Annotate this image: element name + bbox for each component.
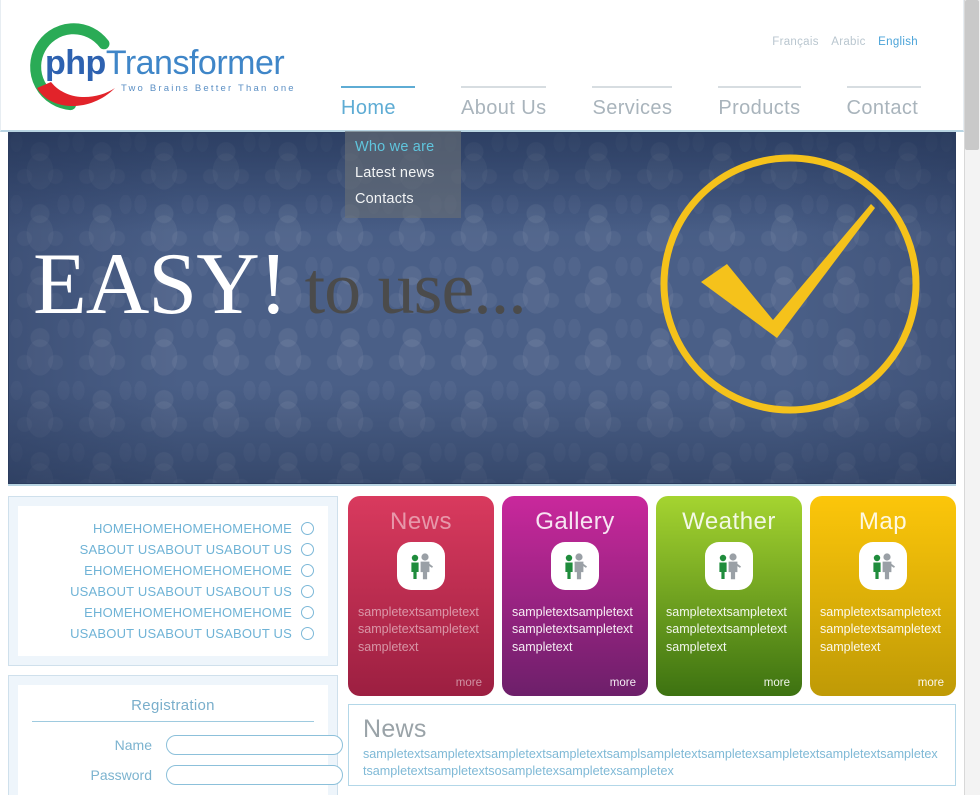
dropdown-item-who-we-are[interactable]: Who we are bbox=[345, 134, 461, 160]
circle-bullet-icon bbox=[301, 543, 314, 556]
people-icon bbox=[397, 542, 445, 590]
registration-row-password: Password bbox=[32, 765, 343, 785]
news-heading: News bbox=[363, 715, 427, 743]
registration-title: Registration bbox=[32, 697, 314, 722]
card-text: sampletextsampletextsampletextsampletext… bbox=[820, 605, 941, 654]
nav-item-home[interactable]: Home bbox=[341, 86, 415, 120]
nav-item-contact[interactable]: Contact bbox=[846, 86, 921, 120]
logo-wordmark: phpTransformer bbox=[45, 44, 285, 83]
card-text: sampletextsampletextsampletextsampletext… bbox=[666, 605, 787, 654]
list-item[interactable]: EHOMEHOMEHOMEHOMEHOME bbox=[32, 560, 314, 581]
site-header: phpTransformer Two Brains Better Than on… bbox=[0, 0, 964, 132]
dropdown-item-latest-news[interactable]: Latest news bbox=[345, 160, 461, 186]
card-weather[interactable]: Weather sampletextsampletextsampletextsa… bbox=[656, 496, 802, 696]
list-item[interactable]: SABOUT USABOUT USABOUT US bbox=[32, 539, 314, 560]
password-field[interactable] bbox=[166, 765, 343, 785]
people-glyph-icon bbox=[565, 553, 587, 580]
list-item[interactable]: USABOUT USABOUT USABOUT US bbox=[32, 623, 314, 644]
card-title: Gallery bbox=[535, 508, 615, 535]
card-more-link[interactable]: more bbox=[456, 677, 482, 689]
sidebar-links-panel: HOMEHOMEHOMEHOMEHOME SABOUT USABOUT USAB… bbox=[8, 496, 338, 666]
check-circle-icon bbox=[660, 154, 920, 414]
scrollbar-thumb[interactable] bbox=[965, 0, 979, 150]
circle-bullet-icon bbox=[301, 564, 314, 577]
page-root: phpTransformer Two Brains Better Than on… bbox=[0, 0, 980, 795]
language-selector: Français Arabic English bbox=[763, 36, 918, 48]
sidebar-column: HOMEHOMEHOMEHOMEHOME SABOUT USABOUT USAB… bbox=[8, 496, 343, 795]
circle-bullet-icon bbox=[301, 627, 314, 640]
hero-banner: EASY! to use... bbox=[8, 132, 956, 484]
registration-row-name: Name bbox=[32, 735, 343, 755]
feature-cards: News sampletextsampletextsampletextsampl… bbox=[348, 496, 956, 696]
circle-bullet-icon bbox=[301, 606, 314, 619]
list-item[interactable]: USABOUT USABOUT USABOUT US bbox=[32, 581, 314, 602]
site-wrapper: phpTransformer Two Brains Better Than on… bbox=[0, 0, 964, 795]
logo-tagline: Two Brains Better Than one bbox=[121, 83, 296, 94]
card-map[interactable]: Map sampletextsampletextsampletextsample… bbox=[810, 496, 956, 696]
card-news[interactable]: News sampletextsampletextsampletextsampl… bbox=[348, 496, 494, 696]
card-text: sampletextsampletextsampletextsampletext… bbox=[358, 605, 479, 654]
sidebar-link-label: SABOUT USABOUT USABOUT US bbox=[79, 542, 292, 557]
list-item[interactable]: EHOMEHOMEHOMEHOMEHOME bbox=[32, 602, 314, 623]
password-field-label: Password bbox=[90, 767, 152, 783]
nav-item-services[interactable]: Services bbox=[592, 86, 673, 120]
language-option-arabic[interactable]: Arabic bbox=[831, 36, 865, 48]
page-scrollbar[interactable] bbox=[964, 0, 980, 795]
logo-word-transformer: Transformer bbox=[105, 44, 285, 82]
people-icon bbox=[859, 542, 907, 590]
hero-headline-rest: to use... bbox=[287, 248, 527, 330]
language-option-english[interactable]: English bbox=[878, 36, 918, 48]
card-more-link[interactable]: more bbox=[918, 677, 944, 689]
people-glyph-icon bbox=[719, 553, 741, 580]
news-section: News sampletextsampletextsampletextsampl… bbox=[348, 704, 956, 786]
card-gallery[interactable]: Gallery sampletextsampletextsampletextsa… bbox=[502, 496, 648, 696]
dropdown-item-contacts[interactable]: Contacts bbox=[345, 186, 461, 212]
logo-word-php: php bbox=[45, 44, 106, 82]
sidebar-link-label: EHOMEHOMEHOMEHOMEHOME bbox=[84, 605, 292, 620]
people-glyph-icon bbox=[873, 553, 895, 580]
nav-item-products[interactable]: Products bbox=[718, 86, 801, 120]
sidebar-links-inner: HOMEHOMEHOMEHOMEHOME SABOUT USABOUT USAB… bbox=[18, 506, 328, 656]
sidebar-link-label: HOMEHOMEHOMEHOMEHOME bbox=[93, 521, 292, 536]
content-column: News sampletextsampletextsampletextsampl… bbox=[348, 496, 956, 795]
hero-headline: EASY! to use... bbox=[33, 241, 527, 330]
card-more-link[interactable]: more bbox=[764, 677, 790, 689]
sidebar-link-label: USABOUT USABOUT USABOUT US bbox=[70, 626, 292, 641]
people-icon bbox=[551, 542, 599, 590]
circle-bullet-icon bbox=[301, 522, 314, 535]
news-body-text: sampletextsampletextsampletextsampletext… bbox=[363, 747, 938, 778]
nav-item-about-us[interactable]: About Us bbox=[461, 86, 547, 120]
registration-inner: Registration Name Password bbox=[18, 685, 343, 795]
card-title: Weather bbox=[682, 508, 776, 535]
name-field-label: Name bbox=[114, 737, 152, 753]
sidebar-link-label: EHOMEHOMEHOMEHOMEHOME bbox=[84, 563, 292, 578]
card-title: Map bbox=[858, 508, 908, 535]
list-item[interactable]: HOMEHOMEHOMEHOMEHOME bbox=[32, 518, 314, 539]
site-logo[interactable]: phpTransformer Two Brains Better Than on… bbox=[19, 8, 319, 120]
name-field[interactable] bbox=[166, 735, 343, 755]
people-icon bbox=[705, 542, 753, 590]
hero-headline-emphasis: EASY! bbox=[33, 236, 288, 333]
card-more-link[interactable]: more bbox=[610, 677, 636, 689]
language-option-francais[interactable]: Français bbox=[772, 36, 819, 48]
registration-panel: Registration Name Password bbox=[8, 675, 343, 795]
people-glyph-icon bbox=[411, 553, 433, 580]
card-text: sampletextsampletextsampletextsampletext… bbox=[512, 605, 633, 654]
main-navigation: Home About Us Services Products Contact bbox=[341, 86, 921, 120]
nav-dropdown-home: Who we are Latest news Contacts bbox=[345, 131, 461, 218]
main-content: HOMEHOMEHOMEHOMEHOME SABOUT USABOUT USAB… bbox=[8, 484, 956, 795]
circle-bullet-icon bbox=[301, 585, 314, 598]
sidebar-link-label: USABOUT USABOUT USABOUT US bbox=[70, 584, 292, 599]
sidebar-link-list: HOMEHOMEHOMEHOMEHOME SABOUT USABOUT USAB… bbox=[32, 518, 314, 644]
card-title: News bbox=[389, 508, 452, 535]
